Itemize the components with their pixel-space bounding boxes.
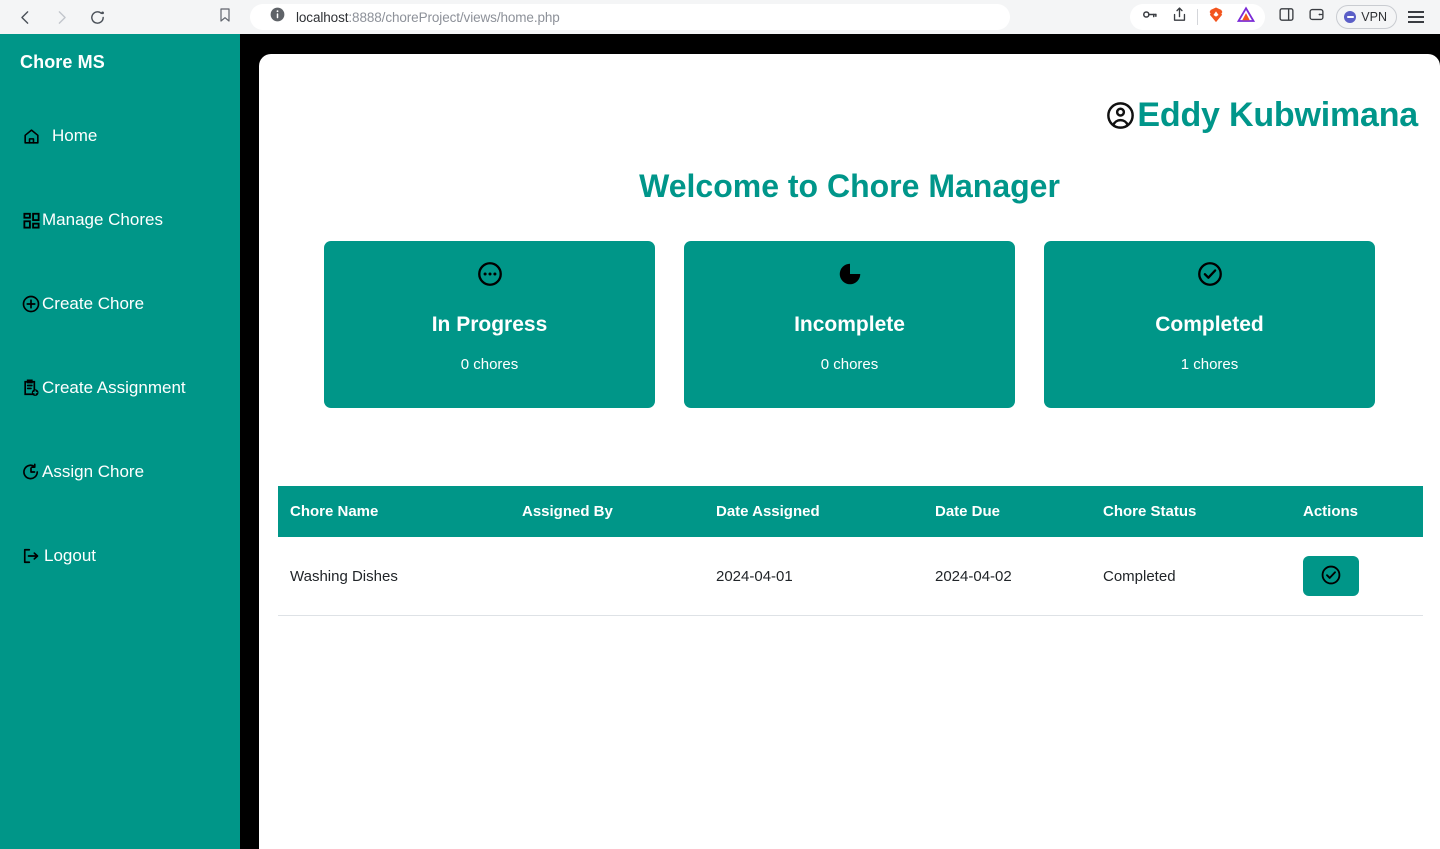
check-circle-icon	[1320, 564, 1342, 589]
app-brand: Chore MS	[20, 52, 105, 72]
main-content: Eddy Kubwimana Welcome to Chore Manager …	[259, 54, 1440, 849]
cell-date-assigned: 2024-04-01	[704, 537, 923, 616]
sidebar-item-label: Create Assignment	[42, 378, 186, 397]
url-display: localhost:8888/choreProject/views/home.p…	[296, 10, 560, 25]
wallet-icon	[1308, 6, 1325, 28]
sidebar-item-assign-chore[interactable]: Assign Chore	[0, 454, 240, 490]
cell-chore-status: Completed	[1091, 537, 1291, 616]
browser-toolbar: localhost:8888/choreProject/views/home.p…	[0, 0, 1440, 34]
sidebar-item-label: Logout	[44, 546, 96, 565]
brave-shields-button[interactable]	[1201, 4, 1231, 30]
status-card-count: 0 chores	[460, 356, 519, 373]
mark-complete-button[interactable]	[1303, 556, 1359, 596]
table-body: Washing Dishes 2024-04-01 2024-04-02 Com…	[278, 537, 1423, 616]
reload-icon	[89, 9, 106, 26]
column-header-date-assigned[interactable]: Date Assigned	[704, 486, 923, 537]
sidebar-item-label: Assign Chore	[42, 462, 145, 481]
sidebar-item-label: Create Chore	[42, 294, 145, 313]
vpn-button[interactable]: VPN	[1336, 5, 1397, 29]
cell-date-due: 2024-04-02	[923, 537, 1091, 616]
toolbar-divider	[1197, 9, 1199, 25]
sidebar-item-manage-chores[interactable]: Manage Chores	[0, 202, 240, 238]
home-icon	[20, 125, 42, 147]
user-name: Eddy Kubwimana	[1137, 96, 1418, 134]
table-row: Washing Dishes 2024-04-01 2024-04-02 Com…	[278, 537, 1423, 616]
share-icon	[1171, 6, 1188, 28]
brave-lion-icon	[1207, 6, 1225, 29]
chores-table-container: Chore Name Assigned By Date Assigned Dat…	[278, 486, 1423, 616]
grid-icon	[20, 209, 42, 231]
clipboard-plus-icon	[20, 377, 42, 399]
url-host: localhost	[296, 9, 349, 25]
user-header: Eddy Kubwimana	[259, 54, 1440, 135]
password-manager-button[interactable]	[1134, 4, 1164, 30]
key-icon	[1141, 6, 1158, 28]
ellipsis-circle-icon	[324, 260, 655, 288]
bookmark-icon	[217, 7, 233, 28]
status-card-incomplete[interactable]: Incomplete 0 chores	[684, 241, 1015, 408]
page-title: Welcome to Chore Manager	[639, 168, 1060, 204]
vpn-label: VPN	[1361, 10, 1387, 24]
chevron-right-icon	[53, 9, 70, 26]
chevron-left-icon	[17, 9, 34, 26]
cell-actions	[1291, 537, 1423, 616]
sidebar-item-label: Manage Chores	[42, 210, 163, 229]
side-panel-icon	[1278, 6, 1295, 28]
address-bar[interactable]: localhost:8888/choreProject/views/home.p…	[250, 4, 1010, 30]
cell-assigned-by	[510, 537, 704, 616]
brave-rewards-button[interactable]	[1231, 4, 1261, 30]
status-cards: In Progress 0 chores Incomplete 0 chores…	[259, 241, 1440, 408]
chores-table: Chore Name Assigned By Date Assigned Dat…	[278, 486, 1423, 616]
check-circle-icon	[1044, 260, 1375, 288]
toolbar-right-group: VPN	[1130, 0, 1440, 34]
browser-menu-button[interactable]	[1402, 3, 1430, 31]
user-circle-icon	[1105, 100, 1136, 131]
page-viewport: Chore MS Home Manage Chores Create Chore…	[0, 34, 1440, 849]
status-card-title: In Progress	[431, 313, 548, 336]
brave-triangle-icon	[1237, 5, 1256, 29]
plus-circle-icon	[20, 293, 42, 315]
hamburger-line	[1408, 21, 1424, 24]
wallet-button[interactable]	[1301, 4, 1331, 30]
sidebar-item-home[interactable]: Home	[0, 118, 240, 154]
sidebar-item-create-chore[interactable]: Create Chore	[0, 286, 240, 322]
url-path: :8888/choreProject/views/home.php	[348, 9, 560, 25]
hamburger-line	[1408, 16, 1424, 18]
share-button[interactable]	[1164, 4, 1194, 30]
status-card-count: 0 chores	[820, 356, 879, 373]
navigation-buttons	[10, 3, 112, 31]
extension-icon-group	[1130, 4, 1266, 30]
sidebar-item-label: Home	[52, 126, 98, 145]
column-header-assigned-by[interactable]: Assigned By	[510, 486, 704, 537]
column-header-chore-status[interactable]: Chore Status	[1091, 486, 1291, 537]
column-header-date-due[interactable]: Date Due	[923, 486, 1091, 537]
logout-icon	[20, 545, 42, 567]
reload-button[interactable]	[82, 3, 112, 31]
status-card-count: 1 chores	[1180, 356, 1239, 373]
status-card-title: Incomplete	[794, 313, 905, 336]
sidebar-item-create-assignment[interactable]: Create Assignment	[0, 370, 240, 406]
column-header-chore-name[interactable]: Chore Name	[278, 486, 510, 537]
clock-arrow-icon	[20, 461, 42, 483]
table-head: Chore Name Assigned By Date Assigned Dat…	[278, 486, 1423, 537]
status-card-in-progress[interactable]: In Progress 0 chores	[324, 241, 655, 408]
forward-button[interactable]	[46, 3, 76, 31]
table-header-row: Chore Name Assigned By Date Assigned Dat…	[278, 486, 1423, 537]
column-header-actions[interactable]: Actions	[1291, 486, 1423, 537]
bookmark-button[interactable]	[210, 3, 240, 31]
status-card-title: Completed	[1155, 313, 1264, 336]
sidebar: Chore MS Home Manage Chores Create Chore…	[0, 34, 240, 849]
side-panel-button[interactable]	[1271, 4, 1301, 30]
cell-chore-name: Washing Dishes	[278, 537, 510, 616]
sidebar-item-logout[interactable]: Logout	[0, 538, 240, 574]
vpn-status-icon	[1344, 11, 1357, 23]
info-circle-icon[interactable]	[270, 7, 285, 27]
pie-chart-icon	[684, 260, 1015, 288]
status-card-completed[interactable]: Completed 1 chores	[1044, 241, 1375, 408]
hamburger-menu-icon	[1408, 10, 1424, 13]
back-button[interactable]	[10, 3, 40, 31]
